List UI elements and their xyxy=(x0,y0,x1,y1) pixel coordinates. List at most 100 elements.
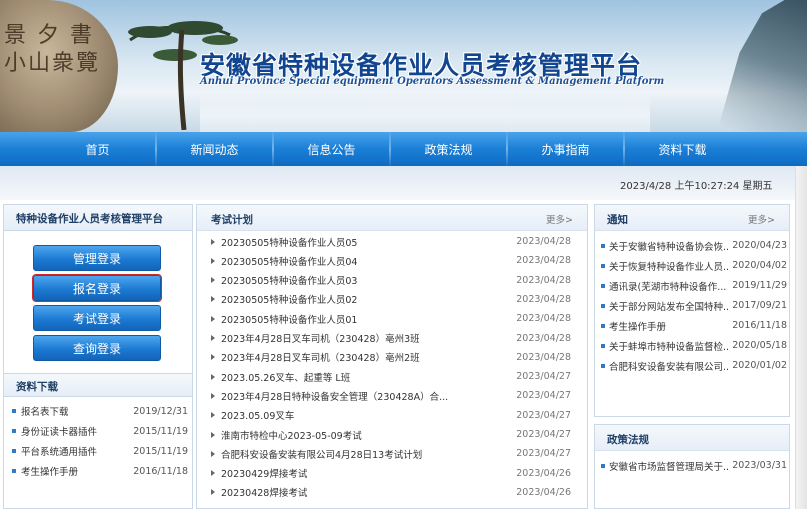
list-item-title: 2023年4月28日叉车司机（230428）亳州3班 xyxy=(221,334,420,345)
site-subtitle: Anhui Province Special equipment Operato… xyxy=(200,76,665,87)
list-item-title: 考生操作手册 xyxy=(609,321,667,333)
list-item-date: 2020/04/02 xyxy=(732,260,787,271)
list-item[interactable]: 2023.05.26叉车、起重等 L班 2023/04/27 xyxy=(211,368,571,385)
list-item[interactable]: 合肥科安设备安装有限公司... 2020/01/02 xyxy=(601,357,787,374)
arrow-bullet-icon xyxy=(211,489,215,496)
login-panel-title: 特种设备作业人员考核管理平台 xyxy=(4,205,192,231)
list-item-date: 2023/04/28 xyxy=(516,236,571,247)
list-item-title: 20230505特种设备作业人员05 xyxy=(221,237,358,249)
bullet-icon xyxy=(12,409,16,413)
list-item-date: 2023/04/28 xyxy=(516,351,571,363)
bullet-icon xyxy=(601,343,605,348)
list-item-date: 2023/04/27 xyxy=(516,371,571,383)
bullet-icon xyxy=(601,463,605,468)
query-login-button[interactable]: 查询登录 xyxy=(33,335,161,361)
list-item-date: 2023/04/27 xyxy=(516,448,571,460)
list-item-title: 淮南市特检中心2023-05-09考试 xyxy=(221,430,362,442)
nav-item-news[interactable]: 新闻动态 xyxy=(157,132,272,166)
arrow-bullet-icon xyxy=(211,335,215,341)
arrow-bullet-icon xyxy=(211,392,215,399)
nav-item-home[interactable]: 首页 xyxy=(40,132,155,166)
arrow-bullet-icon xyxy=(211,257,215,264)
rock-inscription: 景 夕 書 小山衆覽 xyxy=(4,23,101,76)
bullet-icon xyxy=(12,449,16,453)
list-item-title: 20230505特种设备作业人员04 xyxy=(221,256,358,268)
list-item[interactable]: 通讯录(芜湖市特种设备作... 2019/11/29 xyxy=(601,277,787,294)
list-item-date: 2016/11/18 xyxy=(732,320,787,331)
exam-plan-more-link[interactable]: 更多> xyxy=(546,212,573,226)
arrow-bullet-icon xyxy=(211,373,215,380)
mist-overlay xyxy=(200,90,650,132)
download-item[interactable]: 报名表下载 2019/12/31 xyxy=(12,403,188,419)
nav-item-downloads[interactable]: 资料下载 xyxy=(625,132,740,166)
date-bar: 2023/4/28 上午10:27:24 星期五 xyxy=(0,166,807,200)
list-item[interactable]: 20230505特种设备作业人员05 2023/04/28 xyxy=(211,233,571,250)
bullet-icon xyxy=(601,303,605,308)
list-item-date: 2023/04/28 xyxy=(516,293,571,305)
list-item[interactable]: 安徽省市场监督管理局关于... 2023/03/31 xyxy=(601,457,787,474)
notice-more-link[interactable]: 更多> xyxy=(748,212,775,226)
bullet-icon xyxy=(12,429,16,433)
list-item-date: 2020/04/23 xyxy=(732,240,787,251)
list-item-title: 20230505特种设备作业人员01 xyxy=(221,314,358,326)
list-item[interactable]: 2023.05.09叉车 2023/04/27 xyxy=(211,407,571,424)
register-login-button[interactable]: 报名登录 xyxy=(32,274,162,302)
list-item[interactable]: 20230505特种设备作业人员04 2023/04/28 xyxy=(211,252,571,269)
list-item-title: 2023年4月28日特种设备安全管理（230428A）合... xyxy=(221,391,449,403)
list-item[interactable]: 关于安徽省特种设备协会恢... 2020/04/23 xyxy=(601,237,787,254)
list-item-title: 关于安徽省特种设备协会恢... xyxy=(609,241,731,253)
policy-header: 政策法规 xyxy=(595,425,789,451)
exam-plan-header: 考试计划 更多> xyxy=(197,205,587,231)
list-item[interactable]: 淮南市特检中心2023-05-09考试 2023/04/27 xyxy=(211,426,571,443)
arrow-bullet-icon xyxy=(211,238,215,245)
list-item-date: 2020/05/18 xyxy=(732,340,787,351)
list-item-title: 合肥科安设备安装有限公司... xyxy=(609,361,731,373)
list-item[interactable]: 20230428焊接考试 2023/04/26 xyxy=(211,484,571,501)
list-item-title: 安徽省市场监督管理局关于... xyxy=(609,461,731,473)
nav-item-announcements[interactable]: 信息公告 xyxy=(274,132,389,166)
list-item-date: 2023/04/28 xyxy=(516,332,571,344)
arrow-bullet-icon xyxy=(211,431,215,438)
list-item-date: 2023/04/26 xyxy=(516,467,571,479)
list-item-date: 2023/04/28 xyxy=(516,313,571,325)
arrow-bullet-icon xyxy=(211,277,215,284)
list-item[interactable]: 20230505特种设备作业人员03 2023/04/28 xyxy=(211,272,571,289)
list-item[interactable]: 关于部分网站发布全国特种... 2017/09/21 xyxy=(601,297,787,314)
list-item-title: 2023.05.09叉车 xyxy=(221,411,295,423)
list-item-date: 2019/11/29 xyxy=(732,280,787,291)
list-item[interactable]: 20230505特种设备作业人员01 2023/04/28 xyxy=(211,310,571,327)
arrow-bullet-icon xyxy=(211,296,215,303)
arrow-bullet-icon xyxy=(211,450,215,457)
list-item[interactable]: 2023年4月28日叉车司机（230428）亳州2班 2023/04/28 xyxy=(211,349,571,366)
list-item-title: 合肥科安设备安装有限公司4月28日13考试计划 xyxy=(221,449,423,461)
list-item[interactable]: 考生操作手册 2016/11/18 xyxy=(601,317,787,334)
arrow-bullet-icon xyxy=(211,354,215,361)
list-item-date: 2023/04/28 xyxy=(516,274,571,286)
list-item[interactable]: 关于恢复特种设备作业人员... 2020/04/02 xyxy=(601,257,787,274)
list-item[interactable]: 合肥科安设备安装有限公司4月28日13考试计划 2023/04/27 xyxy=(211,445,571,462)
list-item[interactable]: 2023年4月28日特种设备安全管理（230428A）合... 2023/04/2… xyxy=(211,387,571,404)
policy-title: 政策法规 xyxy=(607,434,649,446)
list-item[interactable]: 20230429焊接考试 2023/04/26 xyxy=(211,465,571,482)
list-item[interactable]: 关于蚌埠市特种设备监督检... 2020/05/18 xyxy=(601,337,787,354)
list-item-title: 2023年4月28日叉车司机（230428）亳州2班 xyxy=(221,353,420,365)
list-item-title: 关于恢复特种设备作业人员... xyxy=(609,261,731,273)
download-item[interactable]: 平台系统通用插件 2015/11/19 xyxy=(12,443,188,459)
bullet-icon xyxy=(601,323,605,328)
nav-item-guide[interactable]: 办事指南 xyxy=(508,132,623,166)
list-item-date: 2023/03/31 xyxy=(732,460,787,471)
exam-plan-title: 考试计划 xyxy=(211,214,253,226)
bullet-icon xyxy=(12,469,16,473)
list-item-date: 2023/04/28 xyxy=(516,255,571,267)
list-item-date: 2020/01/02 xyxy=(732,360,787,371)
list-item[interactable]: 20230505特种设备作业人员02 2023/04/28 xyxy=(211,291,571,308)
bullet-icon xyxy=(601,283,605,288)
nav-item-policies[interactable]: 政策法规 xyxy=(391,132,506,166)
download-item[interactable]: 考生操作手册 2016/11/18 xyxy=(12,463,188,479)
download-item[interactable]: 身份证读卡器插件 2015/11/19 xyxy=(12,423,188,439)
exam-login-button[interactable]: 考试登录 xyxy=(33,305,161,331)
list-item[interactable]: 2023年4月28日叉车司机（230428）亳州3班 2023/04/28 xyxy=(211,330,571,347)
exam-plan-panel: 考试计划 更多> 20230505特种设备作业人员05 2023/04/28 202… xyxy=(196,204,588,509)
page-scrollbar[interactable] xyxy=(795,166,807,509)
admin-login-button[interactable]: 管理登录 xyxy=(33,245,161,271)
